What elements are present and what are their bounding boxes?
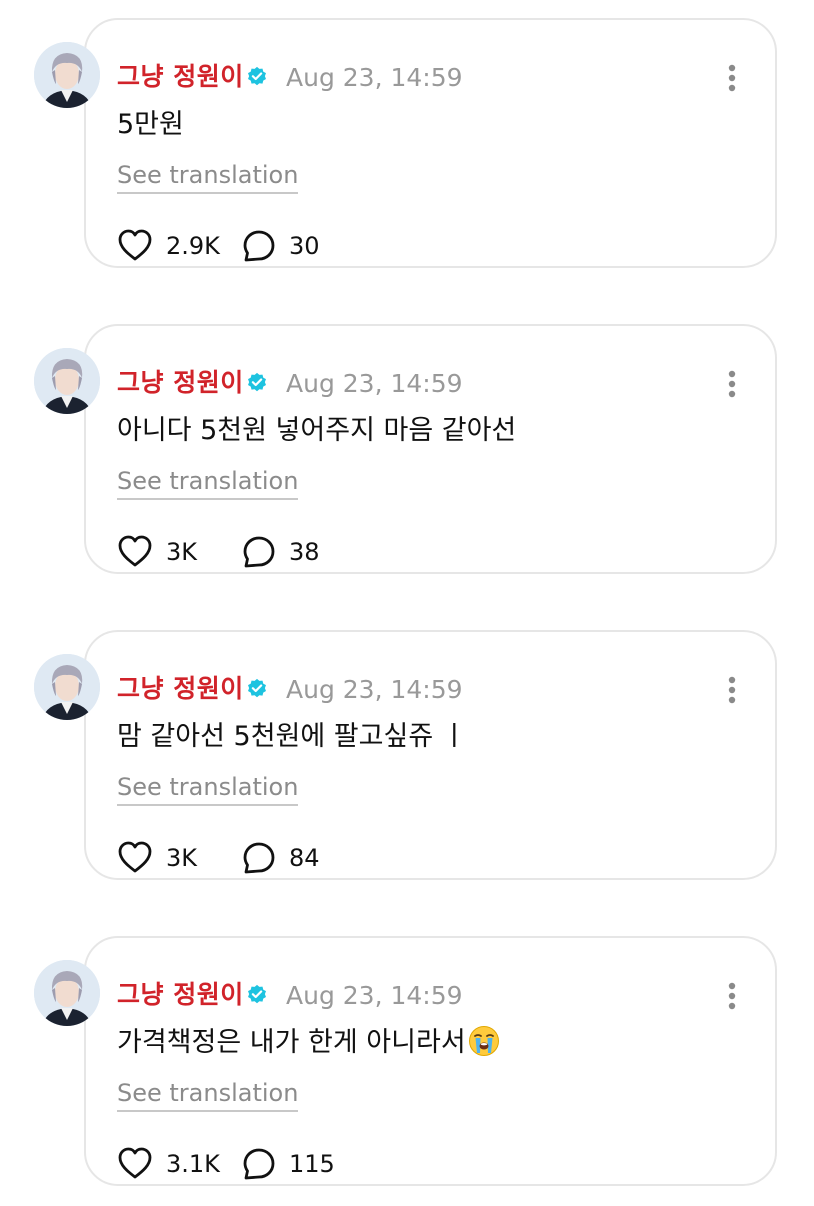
reply-count: 84 bbox=[289, 844, 320, 872]
post-timestamp: Aug 23, 14:59 bbox=[286, 675, 463, 704]
author-avatar[interactable] bbox=[34, 654, 100, 720]
more-vertical-icon[interactable] bbox=[715, 62, 749, 94]
like-count: 3K bbox=[166, 538, 198, 566]
post-card-2: 그냥 정원이 Aug 23, 14:59 맘 같아선 5천원에 팔고싶쥬 ㅣ S… bbox=[0, 630, 814, 900]
see-translation-link[interactable]: See translation bbox=[117, 465, 299, 500]
like-count: 3K bbox=[166, 844, 198, 872]
reply-count: 30 bbox=[289, 232, 320, 260]
author-name[interactable]: 그냥 정원이 bbox=[117, 366, 244, 400]
see-translation-link[interactable]: See translation bbox=[117, 771, 299, 806]
post-card-3: 그냥 정원이 Aug 23, 14:59 가격책정은 내가 한게 아니라서 Se… bbox=[0, 936, 814, 1206]
post-content: 아니다 5천원 넣어주지 마음 같아선 bbox=[117, 415, 517, 446]
author-avatar[interactable] bbox=[34, 960, 100, 1026]
author-name[interactable]: 그냥 정원이 bbox=[117, 978, 244, 1012]
like-count: 3.1K bbox=[166, 1150, 220, 1178]
post-card-0: 그냥 정원이 Aug 23, 14:59 5만원 See translation… bbox=[0, 18, 814, 288]
post-content: 가격책정은 내가 한게 아니라서 bbox=[117, 1027, 466, 1058]
author-name[interactable]: 그냥 정원이 bbox=[117, 672, 244, 706]
heart-icon[interactable] bbox=[117, 228, 153, 262]
post-content-wrap: 가격책정은 내가 한게 아니라서 bbox=[117, 1024, 500, 1062]
post-timestamp: Aug 23, 14:59 bbox=[286, 369, 463, 398]
loudly-crying-face-emoji bbox=[468, 1026, 499, 1056]
author-name[interactable]: 그냥 정원이 bbox=[117, 60, 244, 94]
more-vertical-icon[interactable] bbox=[715, 980, 749, 1012]
speech-bubble-icon[interactable] bbox=[242, 535, 276, 569]
verified-badge-icon bbox=[248, 372, 266, 392]
see-translation-link[interactable]: See translation bbox=[117, 1077, 299, 1112]
see-translation-link[interactable]: See translation bbox=[117, 159, 299, 194]
post-content: 맘 같아선 5천원에 팔고싶쥬 ㅣ bbox=[117, 721, 467, 752]
verified-badge-icon bbox=[248, 984, 266, 1004]
post-timestamp: Aug 23, 14:59 bbox=[286, 63, 463, 92]
author-avatar[interactable] bbox=[34, 42, 100, 108]
post-card-1: 그냥 정원이 Aug 23, 14:59 아니다 5천원 넣어주지 마음 같아선… bbox=[0, 324, 814, 594]
more-vertical-icon[interactable] bbox=[715, 368, 749, 400]
reply-count: 115 bbox=[289, 1150, 335, 1178]
more-vertical-icon[interactable] bbox=[715, 674, 749, 706]
heart-icon[interactable] bbox=[117, 840, 153, 874]
post-timestamp: Aug 23, 14:59 bbox=[286, 981, 463, 1010]
verified-badge-icon bbox=[248, 66, 266, 86]
verified-badge-icon bbox=[248, 678, 266, 698]
author-avatar[interactable] bbox=[34, 348, 100, 414]
speech-bubble-icon[interactable] bbox=[242, 1147, 276, 1181]
heart-icon[interactable] bbox=[117, 1146, 153, 1180]
speech-bubble-icon[interactable] bbox=[242, 841, 276, 875]
like-count: 2.9K bbox=[166, 232, 220, 260]
reply-count: 38 bbox=[289, 538, 320, 566]
heart-icon[interactable] bbox=[117, 534, 153, 568]
post-content: 5만원 bbox=[117, 109, 184, 140]
speech-bubble-icon[interactable] bbox=[242, 229, 276, 263]
